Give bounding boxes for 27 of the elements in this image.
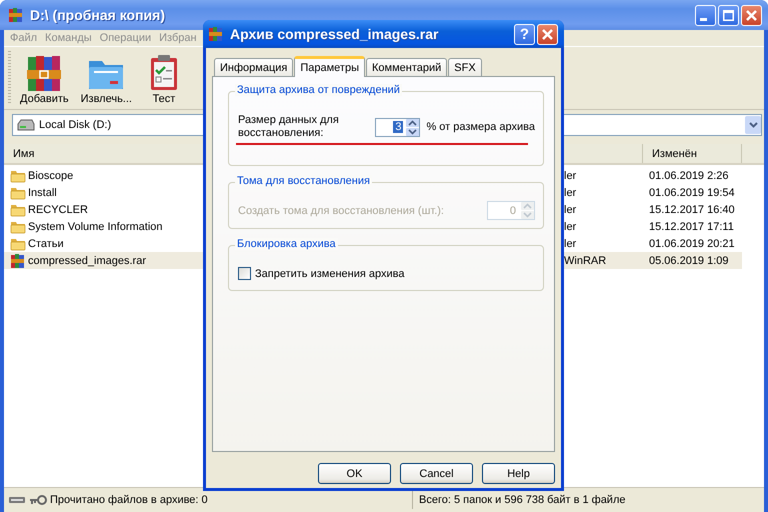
file-name: Bioscope <box>28 170 74 182</box>
file-name: compressed_images.rar <box>28 254 146 266</box>
modified-date: 01.06.2019 20:21 <box>649 238 735 250</box>
status-text: Всего: 5 папок и 596 738 байт в 1 файле <box>419 494 626 506</box>
modified-date: 01.06.2019 2:26 <box>649 170 729 182</box>
modified-date: 05.06.2019 1:09 <box>649 254 729 266</box>
modified-date: 15.12.2017 17:11 <box>649 220 734 232</box>
file-name: Статьи <box>28 238 64 250</box>
group-title: Блокировка архива <box>235 238 338 250</box>
file-name: RECYCLER <box>28 204 88 216</box>
group-title: Тома для восстановления <box>235 175 372 187</box>
file-name: System Volume Information <box>28 220 163 232</box>
field-label: % от размера архива <box>426 121 535 133</box>
modified-date: 01.06.2019 19:54 <box>649 186 735 198</box>
status-text: Прочитано файлов в архиве: 0 <box>50 494 208 506</box>
window-title: D:\ (пробная копия) <box>30 7 165 23</box>
file-type: ler <box>564 186 576 198</box>
file-name: Install <box>28 186 57 198</box>
file-type: ler <box>564 238 576 250</box>
file-type: ler <box>564 170 576 182</box>
modified-date: 15.12.2017 16:40 <box>649 204 735 216</box>
field-label: Создать тома для восстановления (шт.): <box>238 204 444 216</box>
dialog-title: Архив compressed_images.rar <box>230 26 438 42</box>
group-title: Защита архива от повреждений <box>235 84 402 96</box>
file-type: ler <box>564 220 576 232</box>
file-type: ler <box>564 204 576 216</box>
file-type: WinRAR <box>564 254 606 266</box>
